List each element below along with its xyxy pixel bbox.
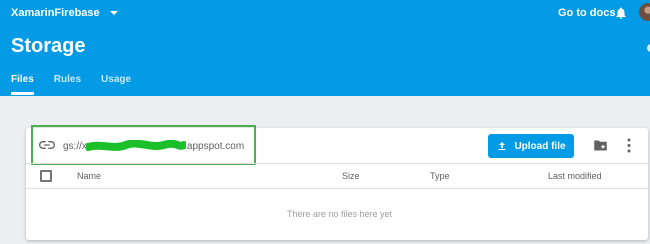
divider (26, 163, 648, 164)
bell-icon[interactable] (614, 5, 628, 21)
project-name[interactable]: XamarinFirebase (11, 7, 100, 19)
column-header-last-modified[interactable]: Last modified (548, 171, 602, 181)
link-icon[interactable] (39, 140, 55, 150)
empty-state-message: There are no files here yet (287, 209, 393, 219)
column-header-type[interactable]: Type (430, 171, 450, 181)
tab-usage[interactable]: Usage (101, 74, 131, 85)
select-all-checkbox[interactable] (40, 170, 52, 182)
go-to-docs-link[interactable]: Go to docs (558, 7, 615, 19)
upload-file-button[interactable]: Upload file (488, 134, 574, 158)
column-header-name[interactable]: Name (77, 171, 101, 181)
bucket-url-suffix: appspot.com (186, 141, 245, 152)
project-selector[interactable]: XamarinFirebase (11, 7, 118, 19)
tab-files[interactable]: Files (11, 74, 34, 95)
divider (26, 188, 648, 189)
upload-icon (498, 142, 506, 150)
new-folder-icon[interactable] (593, 139, 608, 152)
avatar[interactable] (639, 3, 650, 21)
redaction-scribble (86, 140, 186, 151)
bucket-url-prefix: gs://x (63, 141, 87, 152)
more-vert-icon[interactable] (624, 138, 634, 153)
tabs: Files Rules Usage (11, 74, 131, 95)
tab-rules[interactable]: Rules (54, 74, 81, 85)
column-header-size[interactable]: Size (342, 171, 360, 181)
chevron-down-icon[interactable] (109, 11, 118, 15)
page-title: Storage (11, 35, 86, 57)
upload-file-label: Upload file (514, 140, 566, 152)
app-header: XamarinFirebase Go to docs Storage Files… (0, 0, 650, 96)
